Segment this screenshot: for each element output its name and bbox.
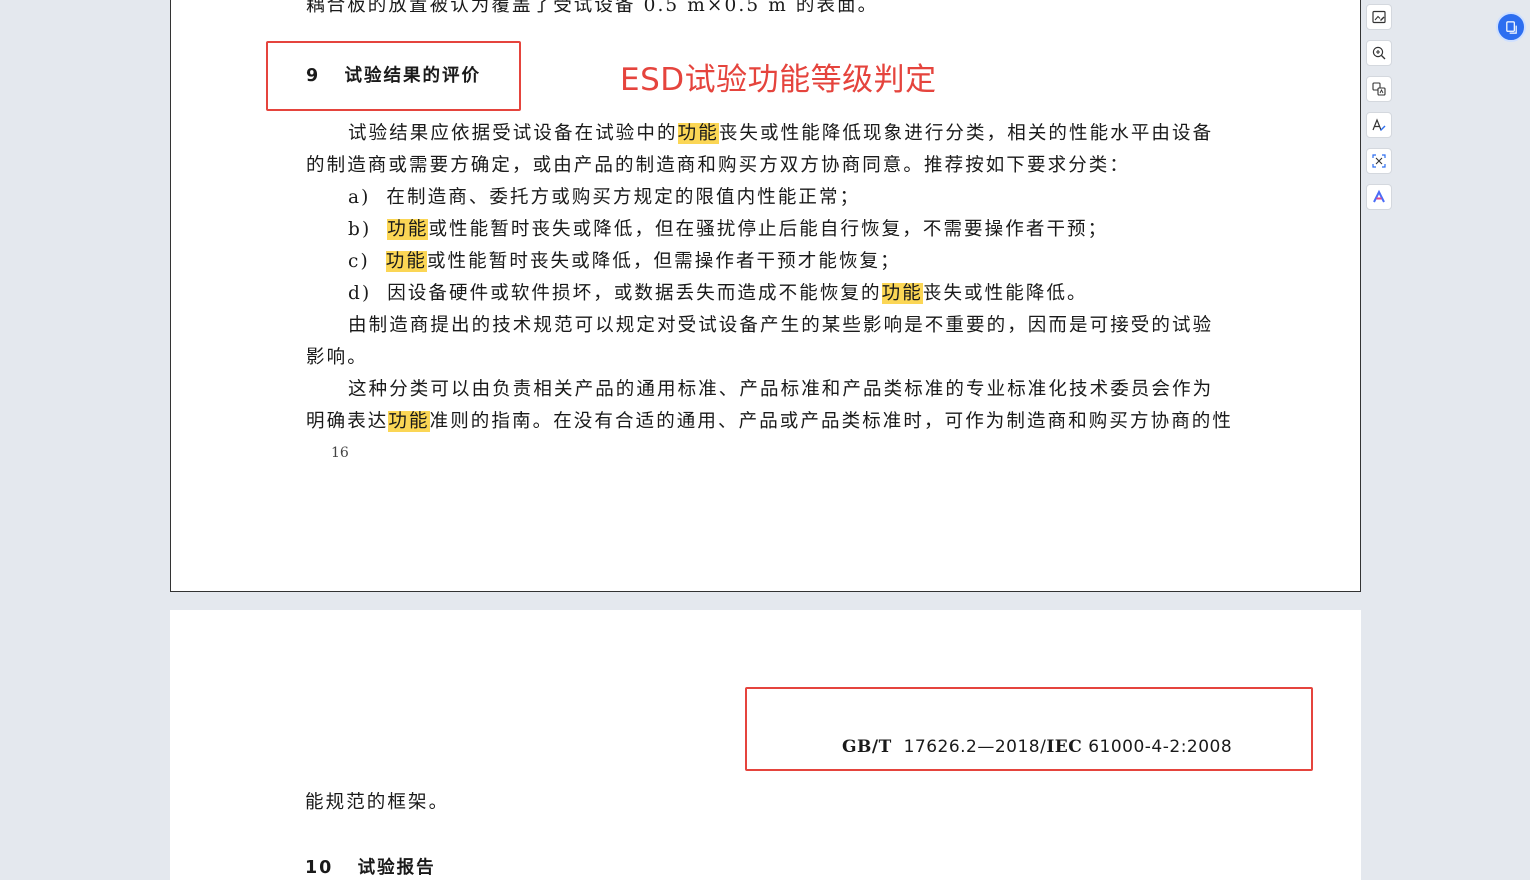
- scan-icon[interactable]: [1366, 148, 1392, 174]
- translate-icon[interactable]: [1366, 76, 1392, 102]
- highlight-mark: 功能: [388, 411, 430, 432]
- document-page-16: 耦合板的放置被认为覆盖了受试设备 0.5 m×0.5 m 的表面。 9 试验结果…: [170, 0, 1361, 592]
- ai-assistant-icon[interactable]: [1366, 184, 1392, 210]
- para3-line1: 这种分类可以由负责相关产品的通用标准、产品标准和产品类标准的专业标准化技术委员会…: [348, 379, 1214, 400]
- image-edit-icon[interactable]: [1366, 4, 1392, 30]
- section-title: 试验结果的评价: [344, 66, 481, 86]
- para2-line2: 影响。: [306, 347, 368, 368]
- list-item-d: d) 因设备硬件或软件损坏，或数据丢失而造成不能恢复的功能丧失或性能降低。: [348, 283, 1088, 304]
- para1-line1: 试验结果应依据受试设备在试验中的功能丧失或性能降低现象进行分类，相关的性能水平由…: [348, 123, 1214, 144]
- document-page-17: GB/T 17626.2—2018/IEC 61000-4-2:2008 能规范…: [170, 610, 1361, 880]
- continued-text: 能规范的框架。: [305, 792, 450, 813]
- para2-line1: 由制造商提出的技术规范可以规定对受试设备产生的某些影响是不重要的，因而是可接受的…: [348, 315, 1214, 336]
- standard-code-annotation-box: [745, 687, 1313, 771]
- section-number: 9: [306, 66, 321, 86]
- list-item-a: a) 在制造商、委托方或购买方规定的限值内性能正常；: [348, 187, 861, 208]
- document-convert-icon: [1505, 20, 1517, 34]
- para1-line2: 的制造商或需要方确定，或由产品的制造商和购买方双方协商同意。推荐按如下要求分类：: [306, 155, 1131, 176]
- highlight-mark: 功能: [677, 123, 719, 144]
- list-item-b: b) 功能或性能暂时丧失或降低，但在骚扰停止后能自行恢复，不需要操作者干预；: [348, 219, 1109, 240]
- list-item-c: c) 功能或性能暂时丧失或降低，但需操作者干预才能恢复；: [348, 251, 901, 272]
- highlight-mark: 功能: [387, 219, 429, 240]
- highlight-mark: 功能: [385, 251, 427, 272]
- page-top-text: 耦合板的放置被认为覆盖了受试设备 0.5 m×0.5 m 的表面。: [306, 0, 879, 16]
- section-heading: 9 试验结果的评价: [306, 62, 481, 87]
- standard-code: GB/T 17626.2—2018/IEC 61000-4-2:2008: [842, 737, 1233, 757]
- floating-assistant-button[interactable]: [1496, 12, 1526, 42]
- page-number: 16: [331, 445, 349, 461]
- zoom-in-icon[interactable]: [1366, 40, 1392, 66]
- text-style-icon[interactable]: [1366, 112, 1392, 138]
- annotation-label: ESD试验功能等级判定: [620, 62, 937, 98]
- right-toolbar: [1366, 4, 1394, 220]
- next-section-heading: 10 试验报告: [305, 858, 436, 878]
- para3-line2: 明确表达功能准则的指南。在没有合适的通用、产品或产品类标准时，可作为制造商和购买…: [306, 411, 1234, 432]
- highlight-mark: 功能: [881, 283, 923, 304]
